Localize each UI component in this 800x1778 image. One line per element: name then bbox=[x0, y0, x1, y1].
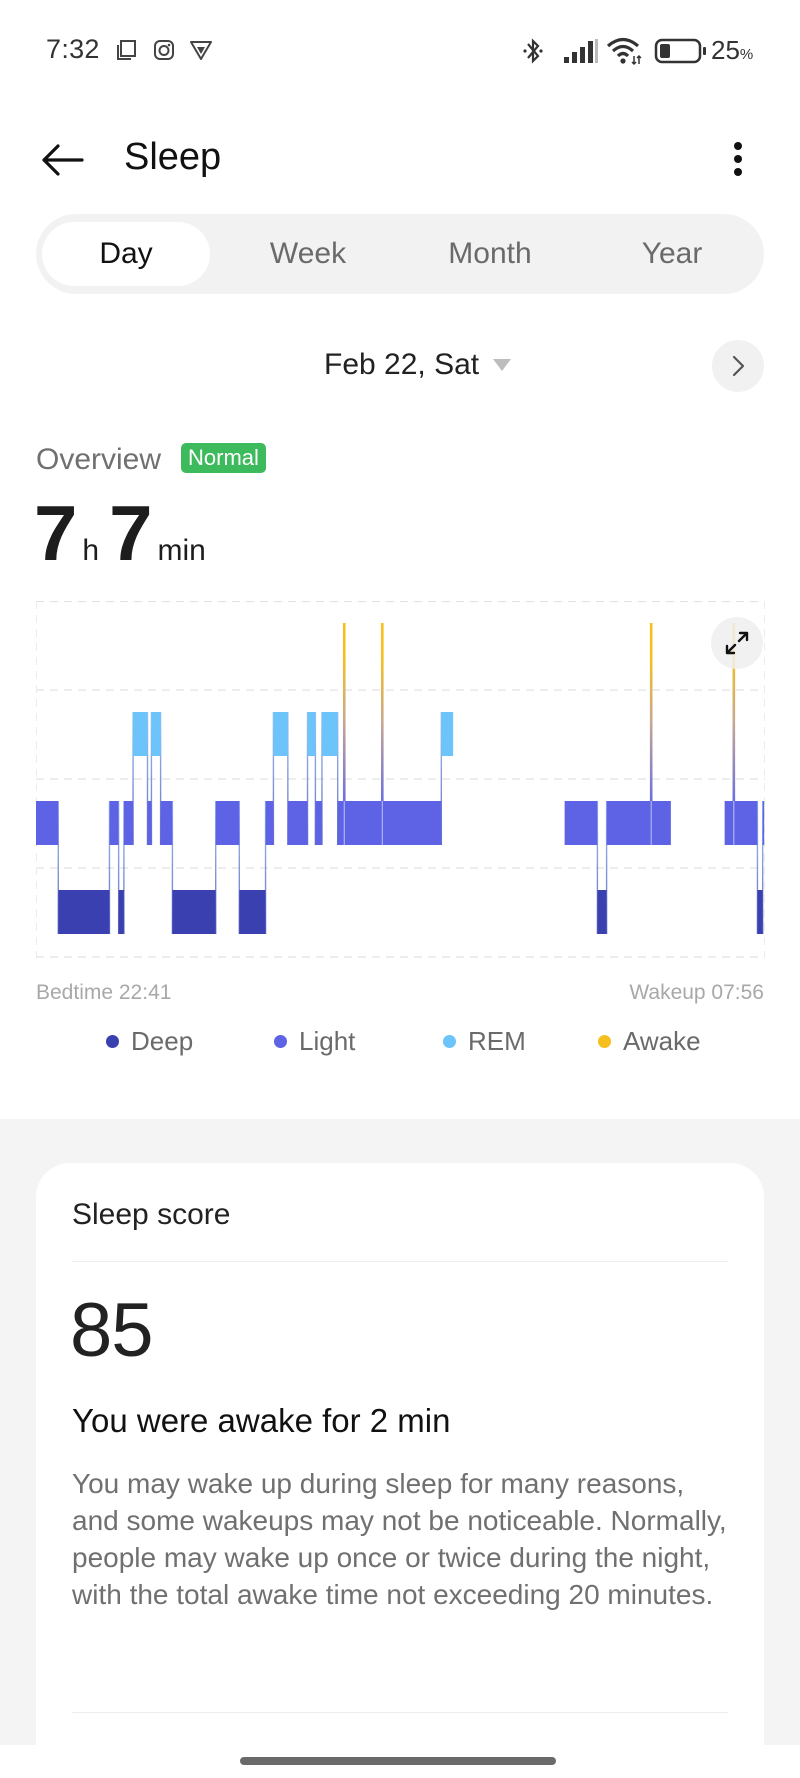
legend-dot-awake bbox=[598, 1035, 611, 1048]
awake-description: You may wake up during sleep for many re… bbox=[72, 1468, 727, 1610]
expand-chart-button[interactable] bbox=[711, 617, 763, 669]
vpn-shield-icon bbox=[190, 41, 212, 60]
page-title: Sleep bbox=[124, 136, 222, 178]
segment-deep bbox=[239, 890, 266, 934]
legend-rem: REM bbox=[443, 1026, 526, 1057]
legend-dot-deep bbox=[106, 1035, 119, 1048]
caret-down-icon[interactable] bbox=[493, 359, 511, 371]
awake-event bbox=[342, 623, 346, 801]
awake-event bbox=[380, 623, 384, 801]
duration-hours-unit: h bbox=[82, 534, 100, 567]
legend-deep: Deep bbox=[106, 1026, 193, 1057]
segment-rem bbox=[133, 712, 148, 756]
segment-deep bbox=[757, 890, 763, 934]
expand-icon bbox=[725, 631, 749, 655]
battery-percent-unit: % bbox=[739, 46, 754, 63]
cell-signal-icon bbox=[564, 39, 598, 63]
segment-deep bbox=[118, 890, 124, 934]
sleep-score-title: Sleep score bbox=[72, 1198, 231, 1231]
legend-light: Light bbox=[274, 1026, 355, 1057]
bluetooth-icon bbox=[523, 38, 543, 64]
tab-year[interactable]: Year bbox=[588, 222, 756, 286]
segment-light bbox=[315, 801, 322, 845]
legend-dot-rem bbox=[443, 1035, 456, 1048]
instagram-icon bbox=[154, 40, 174, 60]
battery-icon bbox=[654, 38, 706, 64]
segment-light bbox=[36, 801, 59, 845]
date-selector[interactable]: Feb 22, Sat bbox=[324, 348, 479, 382]
legend-label-light: Light bbox=[299, 1026, 356, 1056]
duration-minutes: 7 bbox=[109, 489, 152, 577]
bedtime-label: Bedtime 22:41 bbox=[36, 981, 172, 1004]
more-vertical-icon[interactable] bbox=[722, 138, 754, 180]
duration-minutes-unit: min bbox=[157, 534, 206, 567]
gallery-icon bbox=[117, 40, 136, 60]
overview-label: Overview bbox=[36, 443, 162, 476]
chevron-right-icon bbox=[732, 355, 745, 377]
chart-grid bbox=[36, 601, 765, 958]
segment-light bbox=[147, 801, 152, 845]
awake-summary: You were awake for 2 min bbox=[72, 1402, 451, 1439]
legend-label-awake: Awake bbox=[623, 1026, 701, 1056]
sleep-score-value: 85 bbox=[70, 1288, 154, 1373]
awake-event bbox=[649, 623, 653, 801]
duration-hours: 7 bbox=[34, 489, 77, 577]
segment-rem bbox=[273, 712, 288, 756]
arrow-left-icon[interactable] bbox=[38, 140, 86, 180]
stage-segments bbox=[36, 712, 765, 934]
tab-day[interactable]: Day bbox=[42, 222, 210, 286]
segment-light bbox=[265, 801, 274, 845]
segment-light bbox=[606, 801, 671, 845]
chart-legend: Deep Light REM Awake bbox=[0, 1026, 800, 1062]
card-divider bbox=[72, 1261, 728, 1262]
wakeup-label: Wakeup 07:56 bbox=[629, 981, 764, 1004]
segment-light bbox=[564, 801, 598, 845]
legend-label-rem: REM bbox=[468, 1026, 526, 1056]
segment-deep bbox=[597, 890, 607, 934]
sleep-stage-chart bbox=[36, 601, 765, 958]
period-tabs: Day Week Month Year bbox=[36, 214, 764, 294]
home-indicator[interactable] bbox=[240, 1757, 556, 1765]
segment-light bbox=[123, 801, 134, 845]
wifi-icon bbox=[606, 37, 642, 66]
segment-light bbox=[762, 801, 765, 845]
segment-rem bbox=[151, 712, 161, 756]
segment-light bbox=[160, 801, 173, 845]
battery-percent-value: 25 bbox=[711, 35, 740, 65]
status-time: 7:32 bbox=[46, 34, 100, 64]
tab-week[interactable]: Week bbox=[224, 222, 392, 286]
segment-rem bbox=[307, 712, 316, 756]
legend-label-deep: Deep bbox=[131, 1026, 194, 1056]
segment-rem bbox=[321, 712, 338, 756]
battery-percent: 25% bbox=[711, 35, 753, 66]
status-badge: Normal bbox=[181, 443, 266, 473]
segment-light bbox=[337, 801, 442, 845]
segment-light bbox=[109, 801, 119, 845]
legend-dot-light bbox=[274, 1035, 287, 1048]
segment-deep bbox=[58, 890, 110, 934]
next-day-button[interactable] bbox=[712, 340, 764, 392]
card-divider-bottom bbox=[72, 1712, 728, 1713]
sleep-duration: 7 h 7 min bbox=[34, 488, 216, 579]
segment-deep bbox=[172, 890, 216, 934]
segment-light bbox=[724, 801, 758, 845]
segment-rem bbox=[441, 712, 454, 756]
segment-light bbox=[287, 801, 308, 845]
tab-month[interactable]: Month bbox=[406, 222, 574, 286]
legend-awake: Awake bbox=[598, 1026, 701, 1057]
segment-light bbox=[215, 801, 240, 845]
